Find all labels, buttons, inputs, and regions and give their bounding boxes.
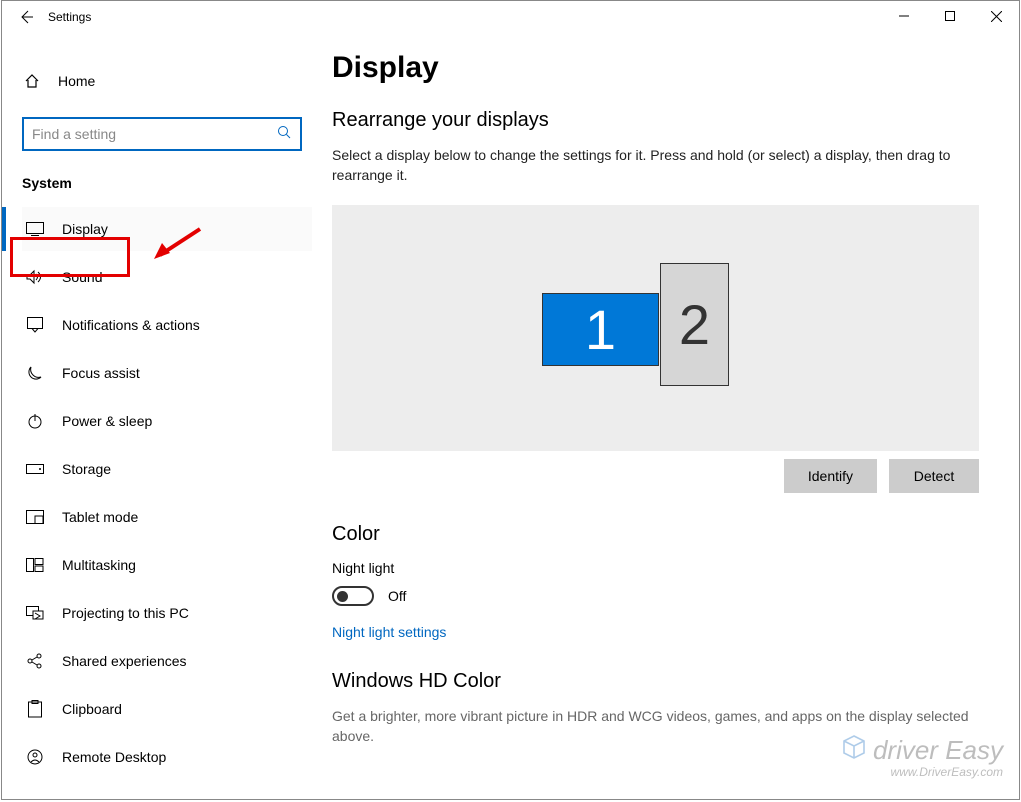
notifications-icon [24, 317, 46, 333]
home-icon [22, 73, 42, 89]
sidebar-item-label: Multitasking [62, 557, 136, 573]
sidebar-item-label: Display [62, 221, 108, 237]
night-light-label: Night light [332, 560, 979, 576]
storage-icon [24, 464, 46, 474]
sidebar-item-tablet-mode[interactable]: Tablet mode [22, 495, 312, 539]
remote-desktop-icon [24, 749, 46, 765]
night-light-toggle[interactable] [332, 586, 374, 606]
sidebar-item-label: Tablet mode [62, 509, 138, 525]
sidebar-item-label: Power & sleep [62, 413, 152, 429]
search-icon [277, 125, 292, 143]
minimize-button[interactable] [881, 1, 927, 31]
maximize-icon [945, 11, 955, 21]
sidebar-item-multitasking[interactable]: Multitasking [22, 543, 312, 587]
search-input[interactable] [32, 126, 277, 142]
watermark-brand: driver Easy [873, 735, 1003, 766]
rearrange-description: Select a display below to change the set… [332, 146, 979, 185]
watermark: driver Easy www.DriverEasy.com [841, 734, 1003, 779]
sidebar-item-storage[interactable]: Storage [22, 447, 312, 491]
display-icon [24, 222, 46, 236]
night-light-settings-link[interactable]: Night light settings [332, 624, 446, 640]
sidebar-item-sound[interactable]: Sound [22, 255, 312, 299]
watermark-url: www.DriverEasy.com [841, 765, 1003, 779]
hd-color-heading: Windows HD Color [332, 670, 979, 693]
detect-button[interactable]: Detect [889, 459, 979, 493]
sidebar-item-label: Storage [62, 461, 111, 477]
page-title: Display [332, 51, 979, 85]
sidebar-item-label: Projecting to this PC [62, 605, 189, 621]
sidebar-item-power-sleep[interactable]: Power & sleep [22, 399, 312, 443]
home-label: Home [58, 73, 95, 89]
monitor-2[interactable]: 2 [660, 263, 729, 386]
settings-window: Settings Home System [1, 0, 1020, 800]
toggle-state-label: Off [388, 588, 406, 604]
display-arrangement-box[interactable]: 1 2 [332, 205, 979, 451]
rearrange-heading: Rearrange your displays [332, 109, 979, 132]
sidebar-item-clipboard[interactable]: Clipboard [22, 687, 312, 731]
sidebar-item-label: Remote Desktop [62, 749, 166, 765]
minimize-icon [899, 11, 909, 21]
clipboard-icon [24, 700, 46, 718]
sidebar-item-label: Focus assist [62, 365, 140, 381]
identify-button[interactable]: Identify [784, 459, 877, 493]
arrow-left-icon [18, 9, 34, 25]
monitor-1[interactable]: 1 [542, 293, 659, 366]
sidebar-item-projecting[interactable]: Projecting to this PC [22, 591, 312, 635]
color-heading: Color [332, 523, 979, 546]
cube-icon [841, 734, 867, 767]
main-content: Display Rearrange your displays Select a… [332, 33, 1019, 799]
close-icon [991, 11, 1002, 22]
tablet-icon [24, 510, 46, 524]
sidebar-item-label: Sound [62, 269, 102, 285]
section-label: System [22, 175, 312, 191]
sidebar-item-focus-assist[interactable]: Focus assist [22, 351, 312, 395]
sound-icon [24, 269, 46, 285]
back-button[interactable] [10, 1, 42, 33]
search-box[interactable] [22, 117, 302, 151]
sidebar-item-display[interactable]: Display [22, 207, 312, 251]
maximize-button[interactable] [927, 1, 973, 31]
home-link[interactable]: Home [22, 59, 312, 103]
sidebar-item-remote-desktop[interactable]: Remote Desktop [22, 735, 312, 779]
sidebar-item-label: Notifications & actions [62, 317, 200, 333]
sidebar-item-label: Shared experiences [62, 653, 187, 669]
power-icon [24, 413, 46, 429]
sidebar: Home System Display Sound [2, 33, 332, 799]
shared-icon [24, 653, 46, 669]
close-button[interactable] [973, 1, 1019, 31]
titlebar: Settings [2, 1, 1019, 33]
sidebar-item-notifications[interactable]: Notifications & actions [22, 303, 312, 347]
sidebar-item-shared-experiences[interactable]: Shared experiences [22, 639, 312, 683]
toggle-knob [337, 591, 348, 602]
multitasking-icon [24, 558, 46, 572]
sidebar-item-label: Clipboard [62, 701, 122, 717]
projecting-icon [24, 606, 46, 620]
focus-assist-icon [24, 365, 46, 381]
window-title: Settings [48, 10, 91, 24]
